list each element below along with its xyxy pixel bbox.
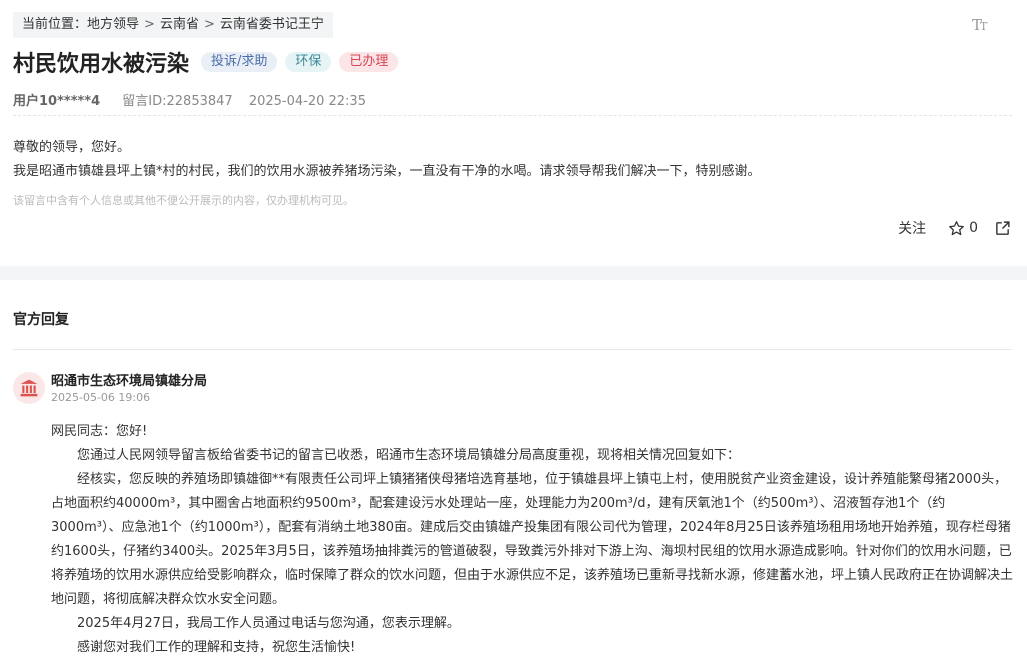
reply-paragraph: 经核实，您反映的养殖场即镇雄御**有限责任公司坪上镇猪猪侠母猪培选育基地，位于镇… [51, 472, 1014, 607]
message-actions: 关注 0 [898, 218, 1011, 238]
follow-button[interactable]: 关注 [898, 218, 926, 238]
star-icon [949, 220, 964, 235]
share-icon [996, 220, 1010, 235]
divider [13, 349, 1012, 350]
privacy-note: 该留言中含有个人信息或其他不便公开展示的内容，仅办理机构可见。 [13, 194, 354, 207]
breadcrumb-separator: > [203, 17, 215, 32]
share-button[interactable] [994, 220, 1011, 237]
font-size-large-glyph: T [972, 16, 982, 34]
message-greeting: 尊敬的领导，您好。 [13, 140, 131, 155]
message-id: 留言ID:22853847 [122, 94, 233, 109]
divider [13, 115, 1012, 116]
message-user: 用户10*****4 [13, 94, 101, 109]
breadcrumb: 当前位置：地方领导 > 云南省 > 云南省委书记王宁 [13, 12, 333, 38]
font-size-small-glyph: T [980, 20, 987, 33]
government-building-icon [13, 372, 45, 404]
breadcrumb-prefix: 当前位置： [22, 17, 88, 32]
message-meta: 用户10*****4 留言ID:22853847 2025-04-20 22:3… [13, 90, 366, 109]
reply-paragraph: 您通过人民网领导留言板给省委书记的留言已收悉，昭通市生态环境局镇雄分局高度重视，… [77, 448, 741, 463]
breadcrumb-item-secretary[interactable]: 云南省委书记王宁 [220, 17, 324, 32]
message-body: 我是昭通市镇雄县坪上镇*村的村民，我们的饮用水源被养猪场污染，一直没有干净的水喝… [13, 164, 761, 179]
reply-closing: 感谢您对我们工作的理解和支持，祝您生活愉快! [77, 640, 356, 655]
message-datetime: 2025-04-20 22:35 [248, 94, 366, 109]
reply-salutation: 网民同志：您好! [51, 424, 148, 439]
breadcrumb-item-local-leaders[interactable]: 地方领导 [87, 17, 139, 32]
tag-category: 投诉/求助 [201, 52, 278, 72]
reply-content: 网民同志：您好! 您通过人民网领导留言板给省委书记的留言已收悉，昭通市生态环境局… [51, 420, 1015, 660]
status-badge: 已办理 [339, 52, 399, 72]
reply-paragraph: 2025年4月27日，我局工作人员通过电话与您沟通，您表示理解。 [77, 616, 460, 631]
message-title: 村民饮用水被污染 [13, 52, 190, 77]
font-size-toggle-icon[interactable]: TT [972, 16, 987, 34]
tag-field: 环保 [285, 52, 332, 72]
breadcrumb-item-yunnan[interactable]: 云南省 [160, 17, 199, 32]
official-reply-title: 官方回复 [13, 312, 69, 328]
reply-datetime: 2025-05-06 19:06 [51, 391, 151, 404]
breadcrumb-separator: > [144, 17, 155, 32]
reply-org-name: 昭通市生态环境局镇雄分局 [51, 374, 208, 389]
section-separator [0, 266, 1027, 280]
star-button[interactable]: 0 [948, 220, 978, 237]
message-content: 尊敬的领导，您好。 我是昭通市镇雄县坪上镇*村的村民，我们的饮用水源被养猪场污染… [13, 136, 1013, 184]
message-header: 村民饮用水被污染 投诉/求助 环保 已办理 [13, 46, 406, 78]
star-count: 0 [969, 220, 978, 236]
